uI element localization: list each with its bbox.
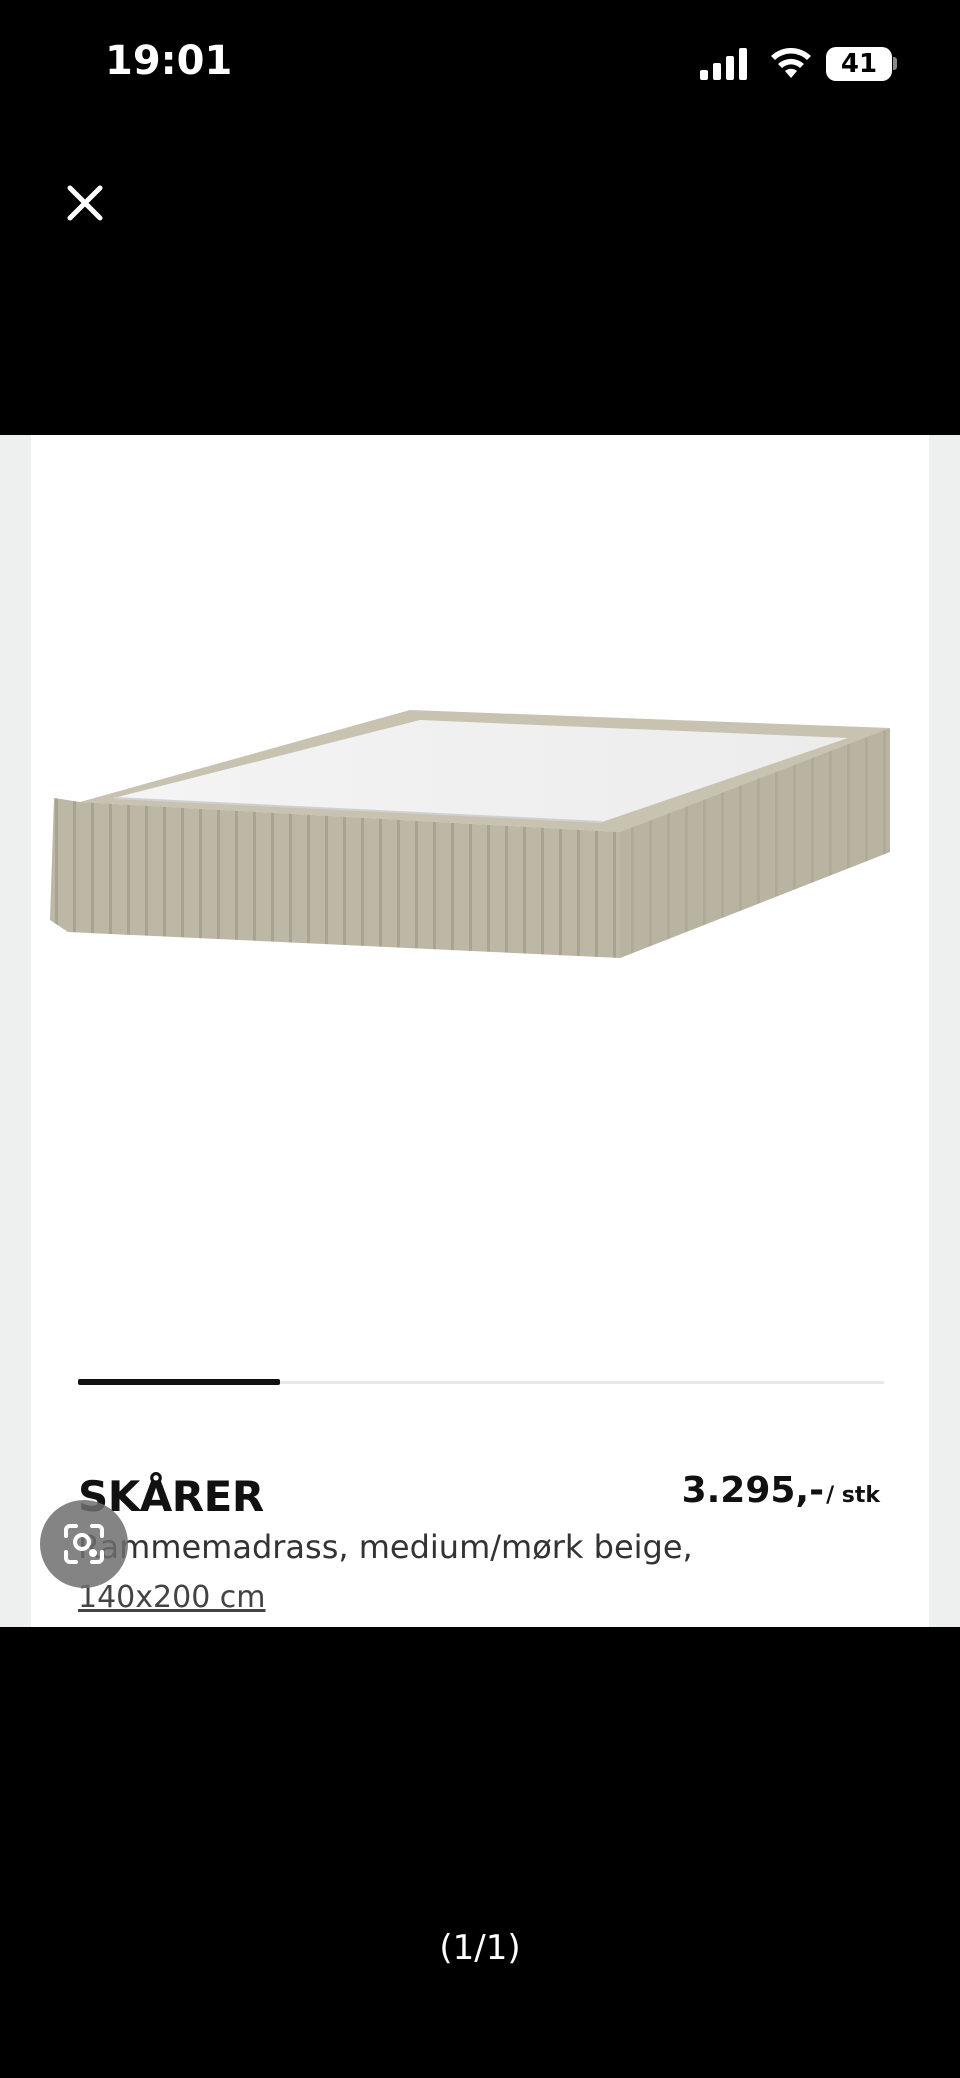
image-carousel-progress [78, 1379, 884, 1385]
price-unit: / stk [826, 1483, 880, 1508]
bed-base-image [50, 710, 890, 958]
product-card[interactable] [31, 435, 929, 1627]
page-counter: (1/1) [439, 1928, 521, 1968]
visual-search-button[interactable] [40, 1500, 128, 1588]
status-bar: 19:01 41 [0, 0, 960, 130]
visual-search-icon [64, 1524, 104, 1564]
battery-icon: 41 [826, 47, 892, 81]
product-description: Rammemadrass, medium/mørk beige, [78, 1528, 693, 1566]
product-price: 3.295,-/ stk [682, 1470, 880, 1511]
battery-cap [893, 57, 897, 70]
price-amount: 3.295,- [681, 1470, 825, 1511]
product-size-link[interactable]: 140x200 cm [78, 1580, 266, 1615]
signal-icon [700, 48, 747, 80]
wifi-icon [771, 48, 811, 78]
status-time: 19:01 [105, 38, 233, 84]
close-icon[interactable] [60, 178, 110, 228]
progress-indicator [78, 1379, 280, 1385]
